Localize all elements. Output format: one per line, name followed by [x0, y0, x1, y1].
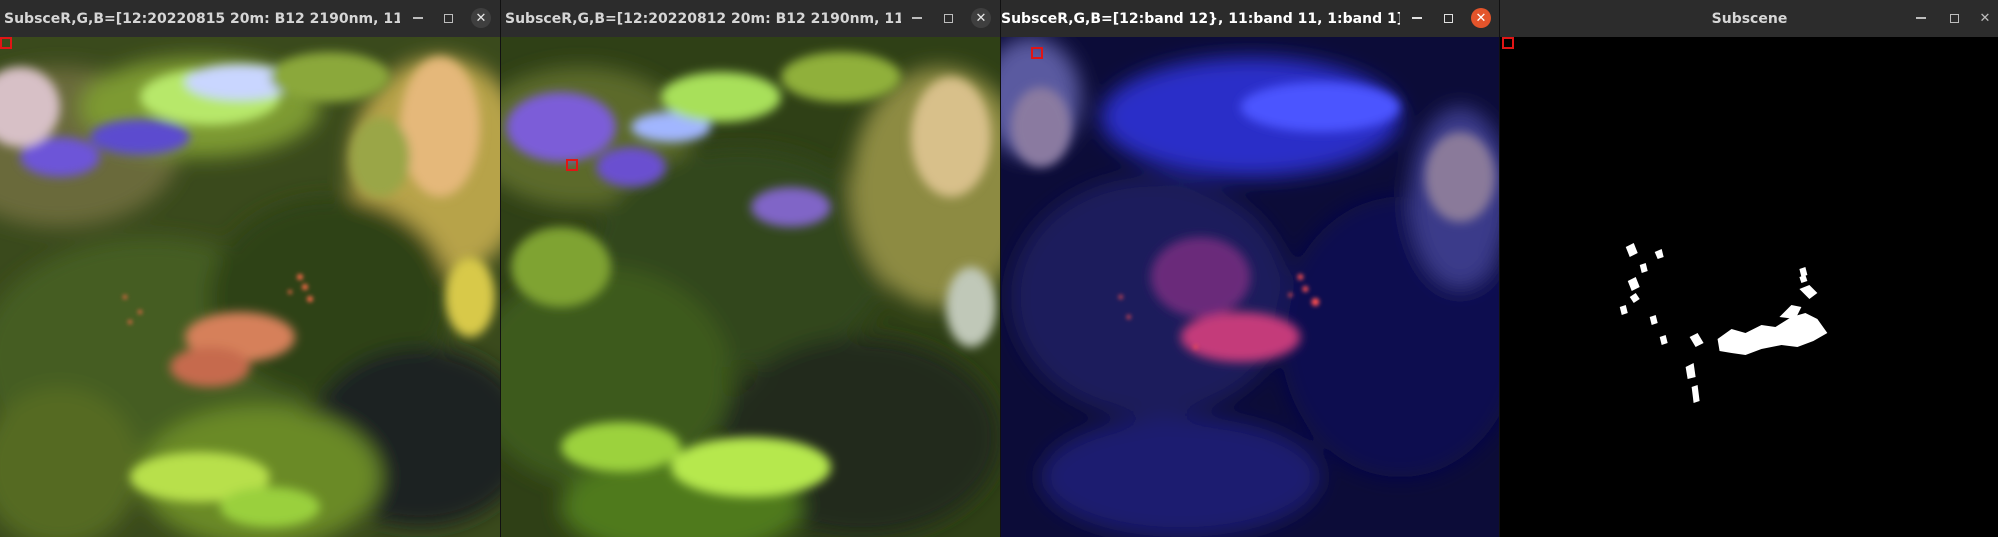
maximize-icon — [443, 13, 453, 23]
minimize-icon — [912, 17, 922, 19]
binary-mask-image — [1500, 37, 1998, 537]
image-canvas[interactable] — [1001, 37, 1500, 537]
minimize-icon — [1412, 17, 1422, 19]
close-icon: ✕ — [975, 10, 987, 26]
close-icon: ✕ — [475, 10, 487, 26]
window-titlebar[interactable]: SubsceR,G,B=[12:band 12}, 11:band 11, 1:… — [1001, 0, 1500, 38]
selection-marker[interactable] — [1502, 37, 1514, 49]
selection-marker[interactable] — [566, 159, 578, 171]
maximize-icon — [1443, 13, 1453, 23]
minimize-button[interactable] — [1911, 8, 1931, 28]
selection-marker[interactable] — [1031, 47, 1043, 59]
close-button[interactable]: ✕ — [471, 8, 491, 28]
maximize-button[interactable] — [1944, 8, 1964, 28]
close-icon: ✕ — [1979, 10, 1991, 26]
window-title: SubsceR,G,B=[12:band 12}, 11:band 11, 1:… — [1001, 11, 1400, 27]
maximize-button[interactable] — [1438, 8, 1458, 28]
maximize-icon — [1949, 13, 1959, 23]
image-canvas[interactable] — [1500, 37, 1998, 537]
maximize-button[interactable] — [438, 8, 458, 28]
minimize-icon — [413, 17, 423, 19]
window-title: SubsceR,G,B=[12:20220812 20m: B12 2190nm… — [505, 11, 901, 27]
close-icon: ✕ — [1475, 10, 1487, 26]
false-color-image — [501, 37, 1001, 537]
image-canvas[interactable] — [501, 37, 1001, 537]
window-titlebar[interactable]: SubsceR,G,B=[12:20220812 20m: B12 2190nm… — [501, 0, 1001, 38]
minimize-icon — [1916, 17, 1926, 19]
image-canvas[interactable] — [0, 37, 500, 537]
close-button[interactable]: ✕ — [1471, 8, 1491, 28]
maximize-button[interactable] — [938, 8, 958, 28]
subscene-window-20220815[interactable]: SubsceR,G,B=[12:20220815 20m: B12 2190nm… — [0, 0, 500, 537]
minimize-button[interactable] — [1407, 8, 1427, 28]
minimize-button[interactable] — [408, 8, 428, 28]
maximize-icon — [943, 13, 953, 23]
close-button[interactable]: ✕ — [971, 8, 991, 28]
desktop: SubsceR,G,B=[12:20220815 20m: B12 2190nm… — [0, 0, 1998, 537]
minimize-button[interactable] — [907, 8, 927, 28]
close-button[interactable]: ✕ — [1975, 8, 1995, 28]
subscene-window-mask[interactable]: Subscene ✕ — [1499, 0, 1998, 537]
window-titlebar[interactable]: Subscene ✕ — [1500, 0, 1998, 38]
band-composite-image — [1001, 37, 1500, 537]
selection-marker[interactable] — [0, 37, 12, 49]
window-titlebar[interactable]: SubsceR,G,B=[12:20220815 20m: B12 2190nm… — [0, 0, 500, 38]
false-color-image — [0, 37, 500, 537]
window-title: SubsceR,G,B=[12:20220815 20m: B12 2190nm… — [4, 11, 400, 27]
subscene-window-20220812[interactable]: SubsceR,G,B=[12:20220812 20m: B12 2190nm… — [500, 0, 1001, 537]
subscene-window-bands[interactable]: SubsceR,G,B=[12:band 12}, 11:band 11, 1:… — [1000, 0, 1500, 537]
